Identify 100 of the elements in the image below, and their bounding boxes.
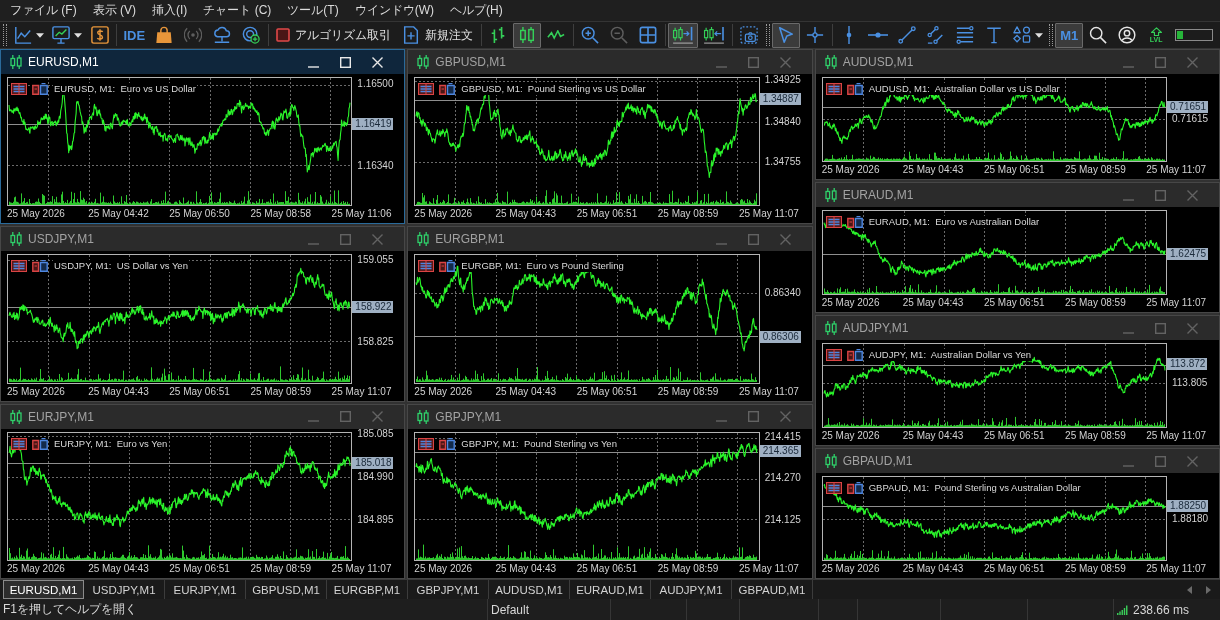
menu-item[interactable]: ウインドウ(W) — [350, 2, 438, 19]
price-label: 184.990 — [357, 470, 394, 483]
scroll-right-icon[interactable] — [1206, 585, 1211, 594]
list-icon[interactable] — [418, 437, 435, 450]
list-icon[interactable] — [418, 260, 435, 273]
current-price-tag: 1.62475 — [1167, 248, 1209, 261]
time-label: 25 May 08:59 — [657, 563, 719, 575]
panels-icon[interactable] — [846, 482, 863, 494]
time-label: 25 May 08:59 — [250, 385, 312, 398]
time-label: 25 May 04:43 — [88, 563, 149, 575]
candlestick-icon — [518, 26, 537, 44]
time-label: 25 May 06:51 — [983, 563, 1045, 575]
chart-shift-button[interactable] — [668, 22, 699, 48]
vertical-line-icon — [845, 26, 854, 44]
grid-icon — [639, 26, 658, 44]
shapes-icon — [1013, 26, 1032, 44]
menu-item[interactable]: 挿入(I) — [148, 2, 192, 19]
chart-legend: GBPJPY, M1: Pound Sterling vs Yen — [460, 437, 618, 450]
current-price-tag: 185.018 — [352, 456, 394, 469]
time-label: 25 May 08:59 — [657, 208, 719, 221]
chart-legend: AUDJPY, M1: Australian Dollar vs Yen — [867, 349, 1033, 361]
chart-legend: GBPAUD, M1: Pound Sterling vs Australian Dollar — [867, 482, 1082, 494]
current-price-tag: 214.365 — [759, 445, 801, 458]
chart-tab[interactable]: EURUSD,M1 — [3, 580, 84, 599]
price-label: 1.16340 — [357, 159, 394, 172]
list-icon[interactable] — [825, 216, 842, 228]
signal-bars-icon — [1117, 604, 1128, 615]
menu-item[interactable]: 表示 (V) — [88, 2, 140, 19]
candle-chart-button[interactable] — [513, 22, 542, 48]
list-icon[interactable] — [825, 83, 842, 95]
camera-icon — [740, 26, 759, 44]
menu-item[interactable]: ツール(T) — [283, 2, 343, 19]
window-title: AUDJPY,M1 — [842, 321, 910, 335]
panels-icon[interactable] — [846, 349, 863, 361]
panels-icon[interactable] — [32, 83, 48, 95]
candlestick-icon — [417, 55, 430, 69]
price-label: 1.34840 — [764, 116, 801, 129]
level-lines-icon — [956, 26, 975, 44]
cursor-icon — [777, 26, 796, 44]
current-price-tag: 113.872 — [1167, 358, 1208, 371]
price-label: 184.895 — [357, 513, 394, 526]
panels-icon[interactable] — [846, 83, 863, 95]
time-label: 25 May 04:43 — [902, 297, 964, 309]
candlestick-icon — [417, 232, 430, 247]
time-label: 25 May 04:42 — [88, 208, 149, 221]
time-label: 25 May 08:59 — [657, 385, 719, 398]
time-label: 25 May 04:43 — [495, 385, 557, 398]
time-label: 25 May 08:59 — [1065, 164, 1126, 176]
window-title: EURAUD,M1 — [842, 188, 915, 202]
panels-icon[interactable] — [439, 437, 456, 450]
candlestick-icon — [10, 55, 22, 69]
candlestick-icon — [824, 321, 837, 335]
list-icon[interactable] — [825, 349, 842, 361]
candlestick-icon — [10, 232, 22, 247]
crosshair-icon — [806, 26, 825, 44]
list-icon[interactable] — [11, 260, 27, 273]
time-label: 25 May 11:07 — [331, 385, 392, 398]
current-price-tag: 1.16419 — [352, 117, 394, 130]
menu-item[interactable]: ヘルプ(H) — [446, 2, 507, 19]
time-label: 25 May 11:07 — [738, 208, 799, 221]
text-tool-icon — [985, 26, 1004, 44]
window-title: AUDUSD,M1 — [842, 55, 915, 69]
zoom-out-icon — [610, 26, 629, 44]
time-label: 25 May 04:43 — [902, 164, 964, 176]
panels-icon[interactable] — [439, 83, 456, 95]
time-label: 25 May 11:06 — [331, 208, 392, 221]
broadcast-icon — [184, 26, 203, 44]
document-plus-icon — [402, 26, 421, 44]
time-label: 25 May 11:07 — [1146, 430, 1207, 442]
time-label: 25 May 04:43 — [495, 208, 557, 221]
panels-icon[interactable] — [846, 216, 863, 228]
current-price-tag: 1.34887 — [759, 93, 801, 105]
new-order-button[interactable]: 新規注文 — [397, 22, 479, 48]
list-icon[interactable] — [11, 83, 27, 95]
menu-item[interactable]: ファイル (F) — [6, 2, 81, 19]
candlestick-icon — [824, 55, 837, 69]
time-label: 25 May 2026 — [821, 430, 880, 442]
time-label: 25 May 06:51 — [983, 164, 1045, 176]
price-label: 1.34925 — [764, 73, 801, 86]
current-price-tag: 1.88250 — [1167, 499, 1209, 512]
ide-button[interactable]: IDE — [119, 22, 150, 48]
list-icon[interactable] — [825, 482, 842, 494]
time-label: 25 May 11:07 — [1146, 563, 1207, 575]
panels-icon[interactable] — [439, 260, 456, 273]
time-label: 25 May 2026 — [7, 563, 65, 575]
price-label: 214.125 — [764, 513, 801, 526]
time-label: 25 May 2026 — [7, 385, 65, 398]
list-icon[interactable] — [418, 83, 435, 95]
cursor-button[interactable] — [772, 22, 801, 48]
time-label: 25 May 2026 — [821, 563, 880, 575]
panels-icon[interactable] — [32, 437, 48, 450]
scroll-left-icon[interactable] — [1187, 585, 1192, 594]
auto-scroll-icon — [703, 26, 726, 44]
menu-item[interactable]: チャート (C) — [199, 2, 276, 19]
panels-icon[interactable] — [32, 260, 48, 273]
list-icon[interactable] — [11, 437, 27, 450]
candlestick-icon — [824, 188, 837, 202]
algo-trading-button[interactable]: アルゴリズム取引 — [271, 22, 397, 48]
zoom-in-icon — [581, 26, 600, 44]
caret-icon — [73, 32, 82, 38]
